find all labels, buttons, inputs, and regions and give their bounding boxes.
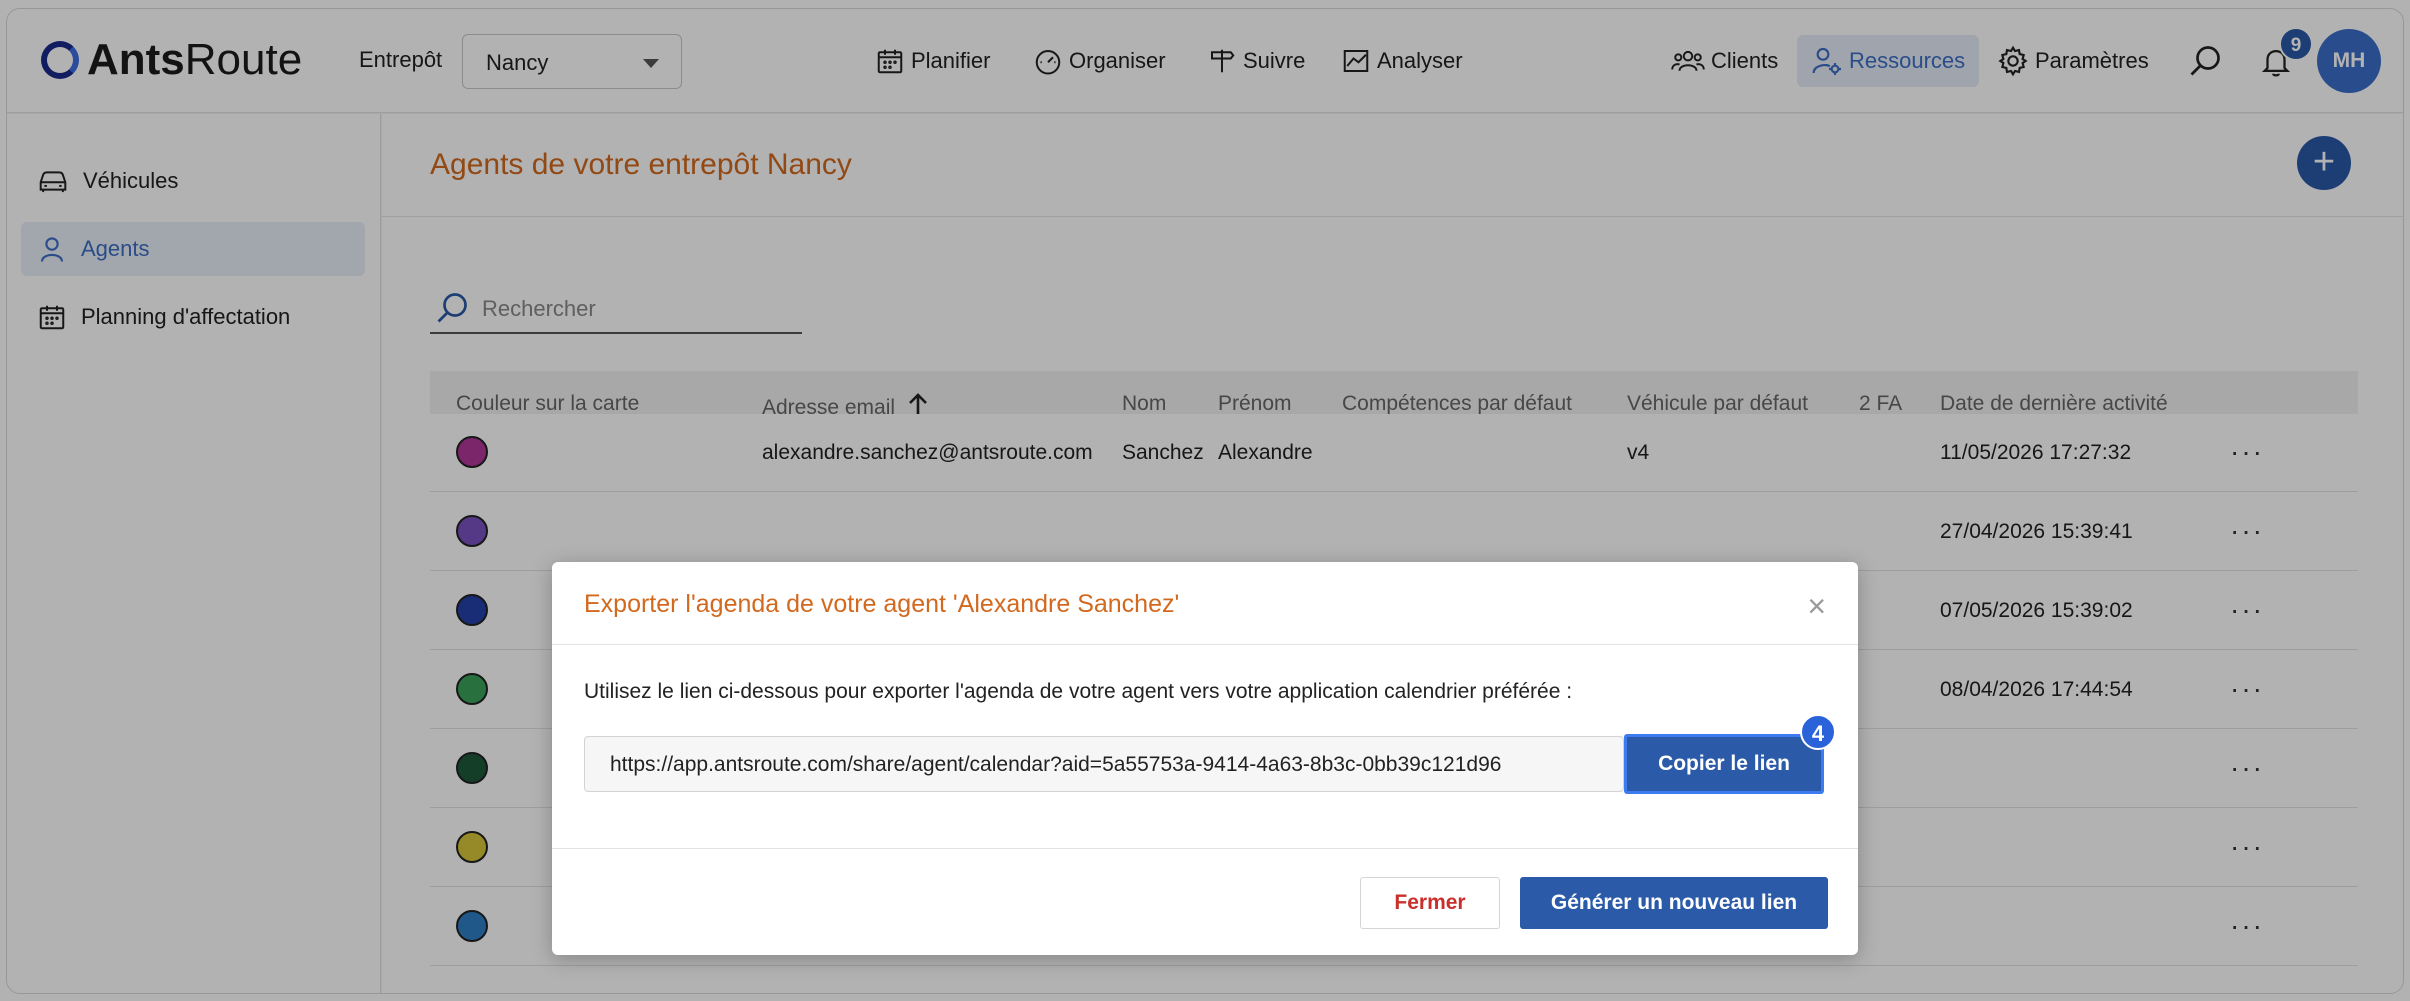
modal-title: Exporter l'agenda de votre agent 'Alexan… bbox=[584, 590, 1180, 618]
step-badge: 4 bbox=[1800, 714, 1836, 750]
calendar-url-field bbox=[584, 736, 1624, 792]
generate-new-link-button[interactable]: Générer un nouveau lien bbox=[1520, 877, 1828, 929]
divider bbox=[552, 848, 1858, 849]
modal-description: Utilisez le lien ci-dessous pour exporte… bbox=[584, 680, 1573, 703]
copy-link-button[interactable]: Copier le lien bbox=[1624, 734, 1824, 794]
close-icon[interactable]: × bbox=[1807, 590, 1826, 622]
divider bbox=[552, 644, 1858, 645]
calendar-url-input[interactable] bbox=[610, 747, 1610, 783]
export-calendar-modal: Exporter l'agenda de votre agent 'Alexan… bbox=[552, 562, 1858, 955]
close-button[interactable]: Fermer bbox=[1360, 877, 1500, 929]
